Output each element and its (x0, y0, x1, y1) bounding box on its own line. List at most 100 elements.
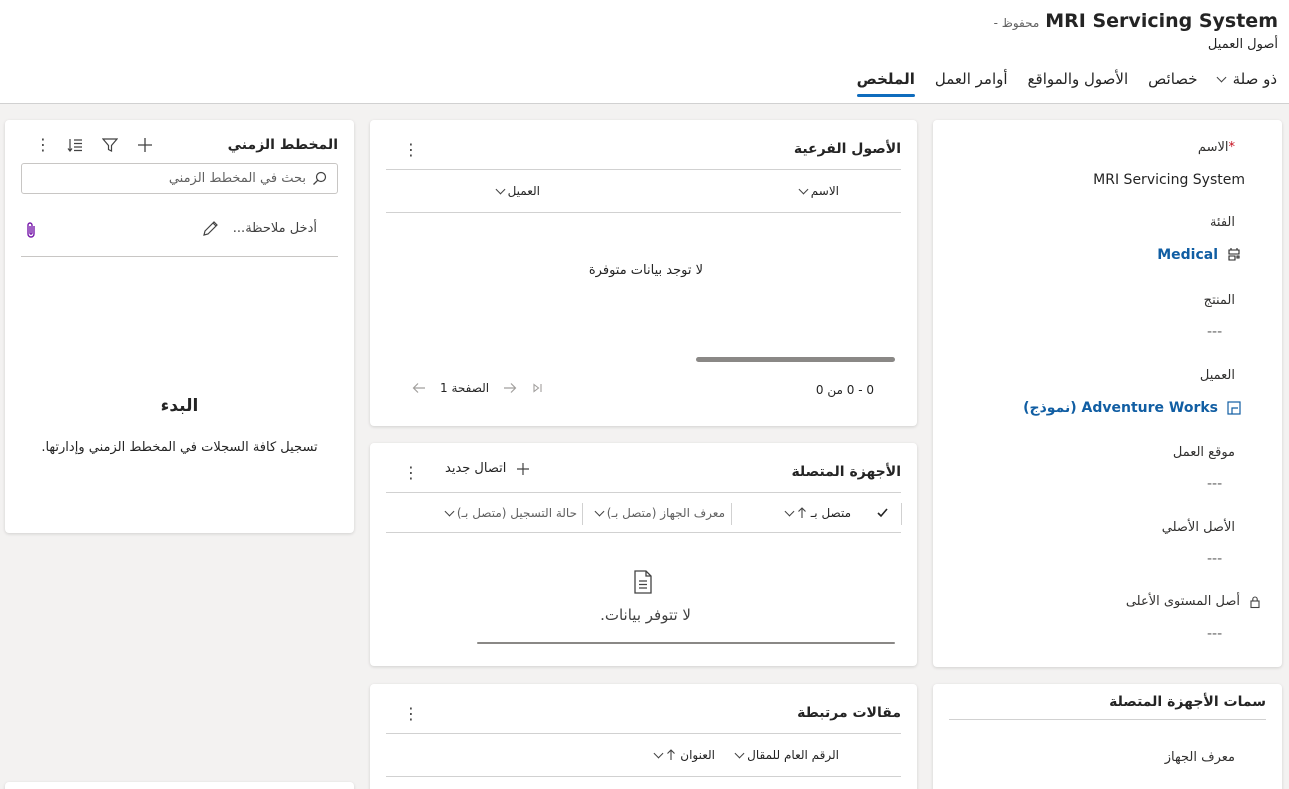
related-articles-card: مقالات مرتبطة ⋮ الرقم العام للمقال العنو… (370, 684, 917, 789)
tab-properties[interactable]: خصائص (1148, 70, 1197, 97)
horizontal-scrollbar[interactable] (696, 357, 895, 362)
add-icon[interactable] (137, 137, 153, 153)
iot-attributes-title: سمات الأجهزة المتصلة (1109, 694, 1266, 710)
sort-up-icon (797, 507, 807, 519)
category-link[interactable]: Medical (1157, 247, 1218, 263)
column-registration-status-label: حالة التسجيل (متصل بـ) (456, 506, 577, 520)
note-input[interactable]: أدخل ملاحظة... (202, 220, 317, 237)
connected-devices-card: الأجهزة المتصلة اتصال جديد ⋮ متصل بـ معر… (370, 443, 917, 666)
empty-state-text: تسجيل كافة السجلات في المخطط الزمني وإدا… (41, 440, 318, 455)
column-connected-to-label: متصل بـ (810, 506, 851, 520)
tab-related[interactable]: ذو صلة (1216, 70, 1277, 97)
divider (21, 256, 338, 257)
chevron-down-icon (444, 506, 455, 516)
empty-state-text: لا تتوفر بيانات. (600, 606, 691, 624)
column-header-connected-to[interactable]: متصل بـ (784, 506, 851, 520)
save-status: - محفوظ (993, 16, 1040, 30)
account-link[interactable]: Adventure Works (نموذج) (1023, 400, 1218, 416)
more-options-icon[interactable]: ⋮ (35, 137, 51, 153)
column-separator (731, 503, 732, 525)
record-range: 0 - 0 من 0 (815, 383, 874, 397)
column-name-label: الاسم (810, 184, 839, 198)
tab-related-label: ذو صلة (1232, 70, 1277, 88)
divider (949, 719, 1266, 720)
horizontal-scrollbar[interactable] (477, 642, 895, 644)
divider (386, 532, 901, 533)
name-value[interactable]: MRI Servicing System (1093, 172, 1245, 188)
timeline-lower-card (5, 782, 354, 789)
top-level-asset-label-text: أصل المستوى الأعلى (1125, 594, 1240, 609)
note-placeholder: أدخل ملاحظة... (232, 221, 317, 236)
more-options-icon[interactable]: ⋮ (403, 465, 419, 481)
top-level-asset-label: أصل المستوى الأعلى (1126, 594, 1262, 609)
account-record-icon (1226, 400, 1242, 416)
paperclip-icon[interactable] (25, 221, 37, 239)
column-title-label: العنوان (680, 748, 715, 762)
chevron-down-icon (784, 506, 795, 516)
document-icon (632, 570, 654, 594)
column-header-account[interactable]: العميل (495, 184, 540, 198)
column-header-device-id[interactable]: معرف الجهاز (متصل بـ) (594, 506, 725, 520)
divider (386, 492, 901, 493)
device-id-label: معرف الجهاز (1164, 750, 1235, 765)
filter-icon[interactable] (102, 138, 118, 153)
category-icon (1226, 247, 1242, 263)
select-all-checkmark[interactable] (876, 506, 889, 519)
arrow-right-icon[interactable] (503, 382, 517, 394)
timeline-search-input[interactable]: بحث في المخطط الزمني (21, 163, 338, 194)
timeline-title: المخطط الزمني (227, 137, 338, 153)
plus-icon (516, 462, 530, 476)
column-article-number-label: الرقم العام للمقال (747, 748, 839, 762)
tab-summary[interactable]: الملخص (856, 70, 916, 97)
chevron-down-icon (653, 748, 664, 758)
name-label-text: الاسم (1197, 140, 1229, 155)
divider (386, 776, 901, 777)
lock-icon (1248, 595, 1262, 609)
category-label: الفئة (1209, 215, 1235, 230)
record-title: MRI Servicing System (1045, 10, 1278, 32)
more-options-icon[interactable]: ⋮ (403, 142, 419, 158)
functional-location-label: موقع العمل (1172, 445, 1235, 460)
product-value[interactable]: --- (1207, 324, 1222, 340)
timeline-card: المخطط الزمني ⋮ بحث في المخطط الزمني أدخ… (5, 120, 354, 533)
empty-state-text: لا توجد بيانات متوفرة (588, 263, 703, 278)
category-field[interactable]: Medical (1157, 247, 1242, 263)
name-label: *الاسم (1198, 140, 1235, 155)
column-header-registration-status[interactable]: حالة التسجيل (متصل بـ) (444, 506, 577, 520)
iot-attributes-card: سمات الأجهزة المتصلة معرف الجهاز (933, 684, 1282, 789)
sort-list-icon[interactable] (67, 137, 83, 153)
new-connection-button[interactable]: اتصال جديد (445, 461, 530, 476)
search-icon (312, 171, 327, 186)
top-level-asset-value[interactable]: --- (1207, 626, 1222, 642)
account-label: العميل (1199, 368, 1235, 383)
required-mark: * (1228, 140, 1236, 155)
connected-devices-title: الأجهزة المتصلة (791, 464, 901, 480)
page-indicator: الصفحة 1 (440, 381, 490, 395)
parent-asset-value[interactable]: --- (1207, 551, 1222, 567)
functional-location-value[interactable]: --- (1207, 476, 1222, 492)
chevron-down-icon (1216, 72, 1227, 82)
empty-state-title: البدء (160, 396, 199, 416)
column-header-article-number[interactable]: الرقم العام للمقال (734, 748, 839, 762)
column-device-id-label: معرف الجهاز (متصل بـ) (606, 506, 725, 520)
pagination: الصفحة 1 (412, 381, 543, 395)
first-page-icon[interactable] (531, 382, 543, 394)
divider (386, 212, 901, 213)
more-options-icon[interactable]: ⋮ (403, 706, 419, 722)
sub-assets-card: الأصول الفرعية ⋮ الاسم العميل لا توجد بي… (370, 120, 917, 426)
sort-up-icon (666, 749, 676, 761)
chevron-down-icon (495, 184, 506, 194)
account-field[interactable]: Adventure Works (نموذج) (1023, 400, 1242, 416)
tab-bar: الملخص أوامر العمل الأصول والمواقع خصائص… (856, 70, 1277, 97)
column-header-title[interactable]: العنوان (653, 748, 715, 762)
column-separator (901, 503, 902, 525)
divider (386, 169, 901, 170)
related-articles-title: مقالات مرتبطة (797, 705, 901, 721)
parent-asset-label: الأصل الأصلي (1161, 520, 1235, 535)
search-placeholder: بحث في المخطط الزمني (168, 171, 306, 186)
tab-work-orders[interactable]: أوامر العمل (935, 70, 1008, 97)
column-header-name[interactable]: الاسم (798, 184, 839, 198)
arrow-left-icon[interactable] (412, 382, 426, 394)
tab-assets-locations[interactable]: الأصول والمواقع (1028, 70, 1129, 97)
pencil-icon (202, 220, 219, 237)
